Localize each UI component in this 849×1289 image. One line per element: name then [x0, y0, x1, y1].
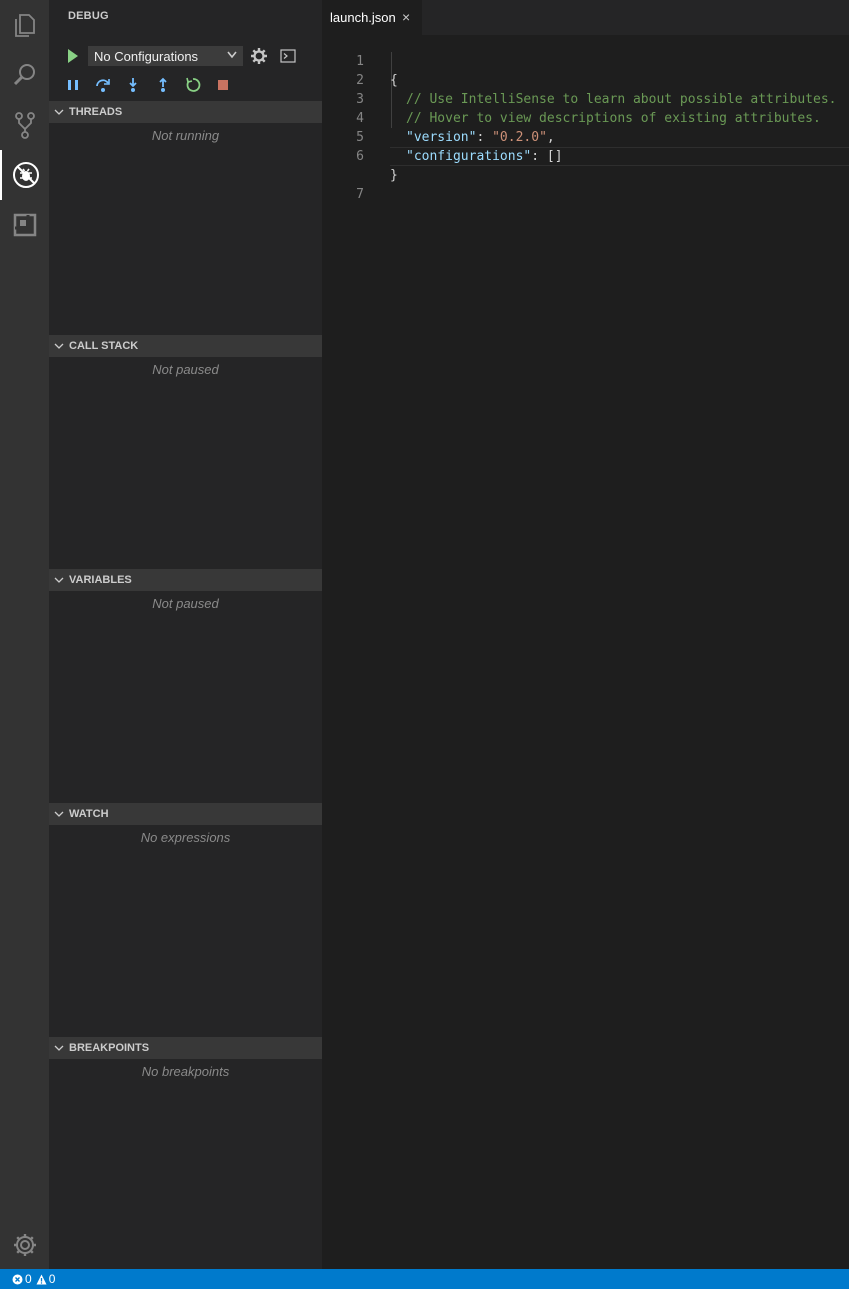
- chevron-down-icon: [54, 343, 64, 349]
- call-stack-status: Not paused: [152, 362, 219, 377]
- watch-header[interactable]: WATCH: [49, 803, 322, 825]
- breakpoints-header[interactable]: BREAKPOINTS: [49, 1037, 322, 1059]
- threads-section: THREADS Not running: [49, 101, 322, 335]
- restart-icon: [186, 77, 201, 92]
- section-title: CALL STACK: [69, 340, 139, 352]
- status-bar: 0 0: [0, 1269, 849, 1289]
- code-line: 2 // Use IntelliSense to learn about pos…: [322, 52, 849, 107]
- chevron-down-icon: [54, 811, 64, 817]
- threads-status: Not running: [151, 128, 220, 143]
- step-out-button[interactable]: [155, 77, 171, 93]
- warning-icon: [36, 1274, 47, 1284]
- section-title: VARIABLES: [69, 574, 132, 586]
- search-button[interactable]: [0, 50, 49, 100]
- debug-config-toolbar: No Configurations: [49, 44, 322, 70]
- extensions-button[interactable]: [0, 200, 49, 250]
- start-debugging-button[interactable]: [66, 48, 80, 64]
- pause-button[interactable]: [65, 77, 81, 93]
- error-count: 0: [25, 1272, 32, 1286]
- variables-section: VARIABLES Not paused: [49, 569, 322, 803]
- chevron-down-icon: [54, 1045, 64, 1051]
- tab-label: launch.json: [330, 10, 396, 25]
- editor-tabbar: launch.json ×: [322, 0, 849, 35]
- debug-step-toolbar: [49, 75, 322, 97]
- warning-count: 0: [48, 1272, 56, 1286]
- code-line: 4 "version": "0.2.0",: [322, 90, 849, 145]
- chevron-down-icon: [54, 577, 64, 583]
- code-line: 1 {: [322, 33, 849, 88]
- variables-header[interactable]: VARIABLES: [49, 569, 322, 591]
- chevron-down-icon: [54, 109, 64, 115]
- configuration-select-value: No Configurations: [94, 48, 199, 64]
- play-icon: [68, 49, 78, 63]
- code-line: 3 // Hover to view descriptions of exist…: [322, 71, 849, 126]
- section-title: WATCH: [69, 808, 109, 820]
- restart-button[interactable]: [185, 77, 201, 93]
- step-out-icon: [159, 77, 167, 92]
- debug-console-button[interactable]: [280, 49, 296, 63]
- open-launch-json-button[interactable]: [250, 47, 268, 65]
- call-stack-section: CALL STACK Not paused: [49, 335, 322, 569]
- section-title: BREAKPOINTS: [69, 1042, 150, 1054]
- step-into-button[interactable]: [125, 77, 141, 93]
- gear-icon: [13, 1234, 36, 1256]
- gear-icon: [251, 48, 267, 64]
- error-icon: [12, 1274, 23, 1284]
- tab-launch-json[interactable]: launch.json ×: [322, 0, 422, 35]
- breakpoints-status: No breakpoints: [141, 1064, 230, 1079]
- current-line-highlight: [390, 147, 849, 166]
- line-text: }: [390, 168, 398, 183]
- step-over-button[interactable]: [95, 77, 111, 93]
- line-number: 7: [356, 187, 364, 202]
- files-icon: [14, 14, 35, 37]
- sidebar-title: DEBUG: [68, 10, 109, 22]
- code-line: 6 }: [322, 128, 849, 183]
- pause-icon: [68, 80, 78, 90]
- source-control-button[interactable]: [0, 100, 49, 150]
- explorer-button[interactable]: [0, 0, 49, 50]
- step-over-icon: [96, 79, 110, 92]
- console-icon: [280, 49, 296, 63]
- editor: launch.json × 1 { 2 // Use IntelliSense …: [322, 0, 849, 1269]
- code-line: 7: [322, 147, 849, 202]
- stop-button[interactable]: [215, 77, 231, 93]
- extensions-icon: [13, 213, 36, 237]
- activity-bar: [0, 0, 49, 1269]
- code-editor[interactable]: 1 { 2 // Use IntelliSense to learn about…: [322, 33, 849, 202]
- section-title: THREADS: [69, 106, 123, 118]
- watch-status: No expressions: [140, 830, 231, 845]
- variables-status: Not paused: [152, 596, 219, 611]
- chevron-down-icon: [227, 51, 237, 62]
- debug-icon: [12, 162, 39, 188]
- debug-sidebar: DEBUG No Configurations THREADS Not runn…: [49, 0, 322, 1269]
- stop-icon: [218, 80, 228, 90]
- problems-status[interactable]: 0 0: [12, 1272, 55, 1286]
- threads-header[interactable]: THREADS: [49, 101, 322, 123]
- code-line: 5 "configurations": []: [322, 109, 849, 164]
- breakpoints-section: BREAKPOINTS No breakpoints: [49, 1037, 322, 1269]
- close-icon[interactable]: ×: [402, 9, 410, 25]
- step-into-icon: [129, 78, 137, 92]
- configuration-select[interactable]: No Configurations: [88, 46, 243, 66]
- watch-section: WATCH No expressions: [49, 803, 322, 1037]
- call-stack-header[interactable]: CALL STACK: [49, 335, 322, 357]
- source-control-icon: [14, 112, 35, 139]
- debug-button[interactable]: [0, 150, 49, 200]
- search-icon: [13, 64, 35, 86]
- settings-button[interactable]: [0, 1220, 49, 1270]
